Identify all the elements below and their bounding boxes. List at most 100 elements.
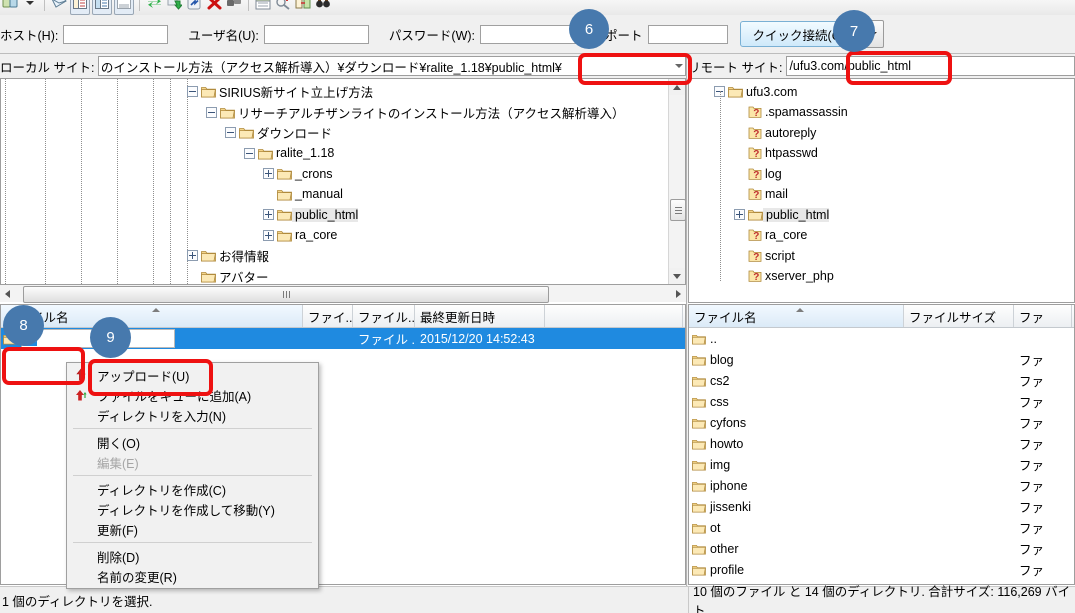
local-tree-scroll-thumb[interactable] [670, 199, 686, 221]
column-header[interactable]: ファ [1014, 305, 1072, 327]
toggle-local-tree-icon[interactable] [70, 0, 90, 15]
scroll-right-button[interactable] [671, 286, 686, 301]
scroll-left-button[interactable] [0, 286, 15, 301]
table-row[interactable]: imgファ [689, 454, 1074, 475]
quickconnect-history-dropdown[interactable] [862, 20, 884, 48]
tree-node[interactable]: お得情報 [187, 245, 269, 266]
tree-node[interactable]: アバター [187, 266, 269, 286]
column-header[interactable]: ファイル... [353, 305, 415, 327]
column-header[interactable]: ファイルサイズ [904, 305, 1014, 327]
file-name-cell[interactable]: css [689, 395, 904, 409]
context-menu-item[interactable]: 名前の変更(R) [67, 566, 318, 586]
file-name-cell[interactable]: cyfons [689, 416, 904, 430]
process-queue-icon[interactable] [165, 0, 183, 14]
tree-node[interactable]: ralite_1.18 [244, 143, 334, 164]
remote-path-combo[interactable]: /ufu3.com/public_html [786, 56, 1075, 76]
table-row[interactable]: jissenkiファ [689, 496, 1074, 517]
tree-collapse-toggle-icon[interactable] [206, 107, 217, 118]
tree-expand-toggle-icon[interactable] [263, 168, 274, 179]
file-context-menu[interactable]: アップロード(U)ファイルをキューに追加(A)ディレクトリを入力(N) 開く(O)… [66, 362, 319, 589]
column-header[interactable]: 最終更新日時 [415, 305, 545, 327]
scroll-down-button[interactable] [669, 268, 685, 284]
tree-collapse-toggle-icon[interactable] [187, 86, 198, 97]
tree-expand-toggle-icon[interactable] [263, 230, 274, 241]
tree-collapse-toggle-icon[interactable] [244, 148, 255, 159]
file-name-cell[interactable]: profile [689, 563, 904, 577]
tree-node[interactable]: ?mail [734, 184, 788, 205]
filter-icon[interactable] [254, 0, 272, 14]
column-header[interactable]: ファイル名 [1, 305, 303, 327]
file-name-cell[interactable]: other [689, 542, 904, 556]
file-name-cell[interactable]: iphone [689, 479, 904, 493]
table-row[interactable]: blogファ [689, 349, 1074, 370]
file-name-cell[interactable]: ot [689, 521, 904, 535]
table-row[interactable]: howtoファ [689, 433, 1074, 454]
tree-collapse-toggle-icon[interactable] [225, 127, 236, 138]
file-name-cell[interactable]: ra [1, 329, 303, 348]
tree-node[interactable]: _manual [263, 184, 343, 205]
file-name-cell[interactable]: howto [689, 437, 904, 451]
table-row[interactable]: cssファ [689, 391, 1074, 412]
context-menu-item[interactable]: 更新(F) [67, 519, 318, 539]
table-row[interactable]: .. [689, 328, 1074, 349]
file-name-cell[interactable]: jissenki [689, 500, 904, 514]
context-menu-item[interactable]: ファイルをキューに追加(A) [67, 385, 318, 405]
port-input[interactable] [648, 25, 728, 44]
tree-node[interactable]: public_html [263, 204, 358, 225]
hscroll-track[interactable] [15, 286, 671, 301]
rename-edit-box[interactable]: ra [21, 329, 175, 348]
tree-node[interactable]: ra_core [263, 225, 337, 246]
local-path-dropdown-icon[interactable] [675, 57, 683, 75]
tree-node[interactable]: リサーチアルチザンライトのインストール方法（アクセス解析導入） [206, 102, 625, 123]
local-tree-vscrollbar[interactable] [668, 79, 685, 284]
file-name-cell[interactable]: cs2 [689, 374, 904, 388]
tree-expand-toggle-icon[interactable] [734, 209, 745, 220]
search-remote-files-icon[interactable] [314, 0, 332, 14]
tree-node[interactable]: ?log [734, 163, 782, 184]
table-row[interactable]: otファ [689, 517, 1074, 538]
table-row[interactable]: profileファ [689, 559, 1074, 580]
context-menu-item[interactable]: ディレクトリを作成して移動(Y) [67, 499, 318, 519]
compare-directories-icon[interactable] [274, 0, 292, 14]
toggle-remote-tree-icon[interactable] [92, 0, 112, 15]
tree-node[interactable]: ?.spamassassin [734, 102, 848, 123]
username-input[interactable] [264, 25, 369, 44]
password-input[interactable] [480, 25, 585, 44]
tree-node[interactable]: ダウンロード [225, 122, 332, 143]
file-name-cell[interactable]: img [689, 458, 904, 472]
local-directory-tree[interactable]: SIRIUS新サイト立上げ方法リサーチアルチザンライトのインストール方法（アクセ… [0, 78, 686, 285]
table-row[interactable]: iphoneファ [689, 475, 1074, 496]
context-menu-item[interactable]: 削除(D) [67, 546, 318, 566]
synchronized-browsing-icon[interactable] [294, 0, 312, 14]
site-manager-dropdown-icon[interactable] [21, 0, 39, 14]
local-tree-hscroll-thumb[interactable] [23, 286, 549, 303]
tree-node[interactable]: _crons [263, 163, 333, 184]
table-row[interactable]: raファイル ...2015/12/20 14:52:43 [1, 328, 685, 349]
tree-node[interactable]: ?autoreply [734, 122, 816, 143]
table-row[interactable]: cyfonsファ [689, 412, 1074, 433]
context-menu-item[interactable]: 開く(O) [67, 432, 318, 452]
tree-node[interactable]: SIRIUS新サイト立上げ方法 [187, 81, 373, 102]
column-header[interactable]: ファイル名 [689, 305, 904, 327]
toggle-message-log-icon[interactable] [50, 0, 68, 14]
tree-expand-toggle-icon[interactable] [263, 209, 274, 220]
disconnect-icon[interactable] [205, 0, 223, 14]
tree-node[interactable]: public_html [734, 204, 829, 225]
file-name-cell[interactable]: .. [689, 332, 904, 346]
tree-expand-toggle-icon[interactable] [187, 250, 198, 261]
context-menu-item[interactable]: ディレクトリを作成(C) [67, 479, 318, 499]
context-menu-item[interactable]: ディレクトリを入力(N) [67, 405, 318, 425]
tree-node[interactable]: ufu3.com [714, 81, 797, 102]
table-row[interactable]: otherファ [689, 538, 1074, 559]
tree-node[interactable]: ?xserver_php [734, 266, 834, 287]
host-input[interactable] [63, 25, 168, 44]
tree-node[interactable]: ?script [734, 245, 795, 266]
local-path-combo[interactable]: チアルチザンライトのインストール方法（アクセス解析導入）¥ダウンロード¥rali… [98, 56, 686, 76]
refresh-icon[interactable] [145, 0, 163, 14]
tree-node[interactable]: ?htpasswd [734, 143, 818, 164]
context-menu-item[interactable]: アップロード(U) [67, 365, 318, 385]
site-manager-icon[interactable] [1, 0, 19, 14]
remote-file-list[interactable]: ファイル名ファイルサイズファ ..blogファcs2ファcssファcyfonsフ… [688, 304, 1075, 585]
cancel-operation-icon[interactable] [185, 0, 203, 14]
remote-directory-tree[interactable]: ufu3.com?.spamassassin?autoreply?htpassw… [688, 78, 1075, 303]
